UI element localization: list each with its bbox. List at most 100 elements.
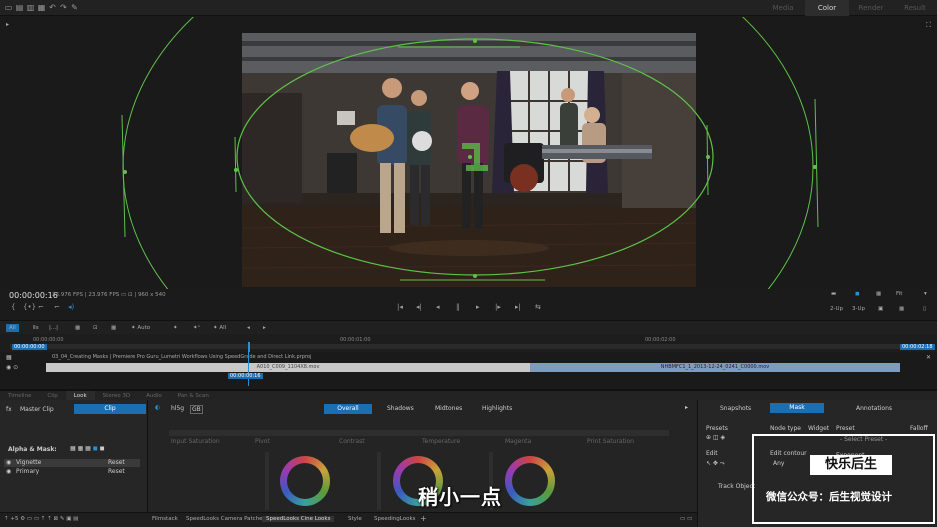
- tab-media[interactable]: Media: [761, 0, 805, 16]
- remove-keyframe-icon[interactable]: ✦ˣ: [190, 324, 203, 332]
- close-track-icon[interactable]: ✕: [926, 354, 931, 361]
- go-start-icon[interactable]: |◂: [397, 303, 403, 311]
- step-forward-icon[interactable]: |▸: [495, 303, 501, 311]
- track-object-button[interactable]: Track Object: [718, 483, 755, 490]
- snap-icon[interactable]: ▦: [72, 324, 83, 332]
- range-midtones-tab[interactable]: Midtones: [435, 405, 462, 412]
- gamma-slider[interactable]: [377, 452, 381, 510]
- master-clip-button[interactable]: Master Clip: [20, 406, 54, 413]
- overlay-icon[interactable]: ▦: [876, 291, 881, 297]
- playhead[interactable]: [248, 342, 250, 352]
- alpha-mask-label: Alpha & Mask:: [8, 446, 57, 453]
- lock-icon[interactable]: ⊡: [90, 324, 101, 332]
- tab-snapshots[interactable]: Snapshots: [720, 405, 751, 412]
- play-reverse-icon[interactable]: ◂: [436, 303, 440, 311]
- mark-in-icon[interactable]: {: [11, 303, 15, 311]
- mask-shape-icons[interactable]: ⊕ ◫ ◈: [706, 434, 725, 441]
- all-keyframes-button[interactable]: ✦ All: [210, 324, 229, 332]
- layers-panel: fx Master Clip Clip Alpha & Mask: ▦ ▦ ▦ …: [0, 400, 148, 512]
- tab-annotations[interactable]: Annotations: [856, 405, 892, 412]
- auto-keyframe-button[interactable]: ✦ Auto: [128, 324, 153, 332]
- range-highlights-tab[interactable]: Highlights: [482, 405, 512, 412]
- track-eye-icon[interactable]: ◉ ⊙: [6, 364, 18, 371]
- mask-tools-icon[interactable]: ▦ ▦ ▦ ◼ ◼: [70, 445, 105, 452]
- range-shadows-tab[interactable]: Shadows: [387, 405, 414, 412]
- layer-row[interactable]: ◉ Primary Reset: [4, 468, 140, 476]
- tab-style[interactable]: Style: [348, 516, 362, 522]
- layer-name: Primary: [16, 468, 40, 475]
- next-keyframe-icon[interactable]: ▸: [260, 324, 269, 332]
- filter-icon[interactable]: Ⅱs: [30, 324, 42, 332]
- contrast-label: Contrast: [339, 438, 365, 445]
- mode-rgb-label[interactable]: GB: [190, 405, 203, 414]
- eye-icon[interactable]: ◉: [6, 459, 11, 466]
- layer-row[interactable]: ◉ Vignette Reset: [4, 459, 140, 467]
- bottom-bar: ⇡ +5 ⚙ ▭ ▭ ⇡ ⇡ ⊠ ✎ ▣ ▤ Filmstack SpeedLo…: [0, 512, 697, 527]
- hue-icon[interactable]: ◐: [155, 404, 160, 411]
- magenta-label: Magenta: [505, 438, 532, 445]
- range-end-chip[interactable]: 00:00:02:18: [900, 344, 935, 350]
- loop-playback-icon[interactable]: ⇆: [535, 303, 541, 311]
- tab-render[interactable]: Render: [849, 0, 893, 16]
- temperature-label: Temperature: [422, 438, 461, 445]
- clip-button[interactable]: Clip: [74, 404, 146, 414]
- tab-cine-looks[interactable]: SpeedLooks Cine Looks: [262, 516, 335, 522]
- tab-result[interactable]: Result: [893, 0, 937, 16]
- stop-icon[interactable]: ‖: [456, 303, 460, 311]
- offset-slider[interactable]: [265, 452, 269, 510]
- add-tab-icon[interactable]: +: [420, 514, 427, 523]
- loop-icon[interactable]: ⌐: [54, 303, 60, 311]
- presets-label: Presets: [706, 425, 728, 432]
- tab-camera-patches[interactable]: SpeedLooks Camera Patches: [186, 516, 265, 522]
- range-icon[interactable]: |...|: [46, 324, 61, 332]
- export-icon[interactable]: ▦: [37, 3, 46, 12]
- save-icon[interactable]: ▤: [15, 3, 24, 12]
- eye-icon[interactable]: ◉: [6, 468, 11, 475]
- save-all-icon[interactable]: ▥: [26, 3, 35, 12]
- bottom-tools-icons[interactable]: ⇡ +5 ⚙ ▭ ▭ ⇡ ⇡ ⊠ ✎ ▣ ▤: [4, 516, 78, 522]
- redo-icon[interactable]: ↷: [59, 3, 68, 12]
- trim-icon[interactable]: ⌐: [38, 303, 44, 311]
- fit-label[interactable]: Fit: [896, 291, 902, 297]
- compare-icon[interactable]: ◼: [855, 291, 860, 297]
- clip-2[interactable]: NHBMFC1_1_2013-12-24_0241_C0000.mov: [530, 363, 900, 372]
- clip-1[interactable]: A010_C009_1104X8.mov: [46, 363, 530, 372]
- open-icon[interactable]: ▭: [4, 3, 13, 12]
- watermark-title: 快乐后生: [810, 455, 892, 475]
- undo-icon[interactable]: ↶: [48, 3, 57, 12]
- layer-name: Vignette: [16, 459, 42, 466]
- tab-speedinglooks[interactable]: SpeedingLooks: [374, 516, 416, 522]
- filter-all-button[interactable]: All: [6, 324, 19, 332]
- fit-dropdown-icon[interactable]: ▾: [924, 291, 927, 297]
- panel-expand-icon[interactable]: ▸: [685, 404, 688, 411]
- settings-icon[interactable]: ✎: [70, 3, 79, 12]
- range-start-chip[interactable]: 00:00:00:00: [12, 344, 47, 350]
- bar-view-icons[interactable]: ▭ ▭: [680, 516, 692, 522]
- gain-color-wheel[interactable]: [505, 456, 555, 506]
- range-overall-tab[interactable]: Overall: [324, 404, 372, 414]
- edit-tools-icons[interactable]: ↖ ✥ ⤳: [706, 460, 725, 468]
- mask-center-handle-icon[interactable]: [462, 143, 488, 171]
- timeline-ruler[interactable]: 00:00:00:00 00:00:01:00 00:00:02:00 00:0…: [0, 334, 937, 352]
- timeline-tracks: 03_04_Creating Masks | Premiere Pro Guru…: [0, 352, 937, 386]
- add-keyframe-icon[interactable]: ✦: [170, 324, 181, 332]
- mask-overlay[interactable]: [0, 17, 937, 289]
- go-end-icon[interactable]: ▸|: [515, 303, 521, 311]
- slider-track[interactable]: [169, 430, 669, 436]
- widget-label: Widget: [808, 425, 830, 432]
- tab-color[interactable]: Color: [805, 0, 849, 16]
- transport-bar: { {•} ⌐ ⌐ ◂) |◂ ◂| ◂ ‖ ▸ |▸ ▸| ⇆: [0, 300, 937, 318]
- input-saturation-label: Input Saturation: [171, 438, 220, 445]
- track-header-icon[interactable]: ▦: [6, 354, 12, 361]
- mark-range-icon[interactable]: {•}: [23, 303, 36, 311]
- play-icon[interactable]: ▸: [476, 303, 480, 311]
- tab-mask[interactable]: Mask: [770, 403, 824, 413]
- step-back-icon[interactable]: ◂|: [416, 303, 422, 311]
- scope-icon[interactable]: ▬: [831, 291, 836, 297]
- tab-filmstack[interactable]: Filmstack: [152, 516, 178, 522]
- prev-keyframe-icon[interactable]: ◂: [244, 324, 253, 332]
- mode-hsl-label[interactable]: hl5g: [171, 405, 184, 412]
- audio-icon[interactable]: ◂): [68, 303, 74, 311]
- marker-icon[interactable]: ▦: [108, 324, 119, 332]
- offset-color-wheel[interactable]: [280, 456, 330, 506]
